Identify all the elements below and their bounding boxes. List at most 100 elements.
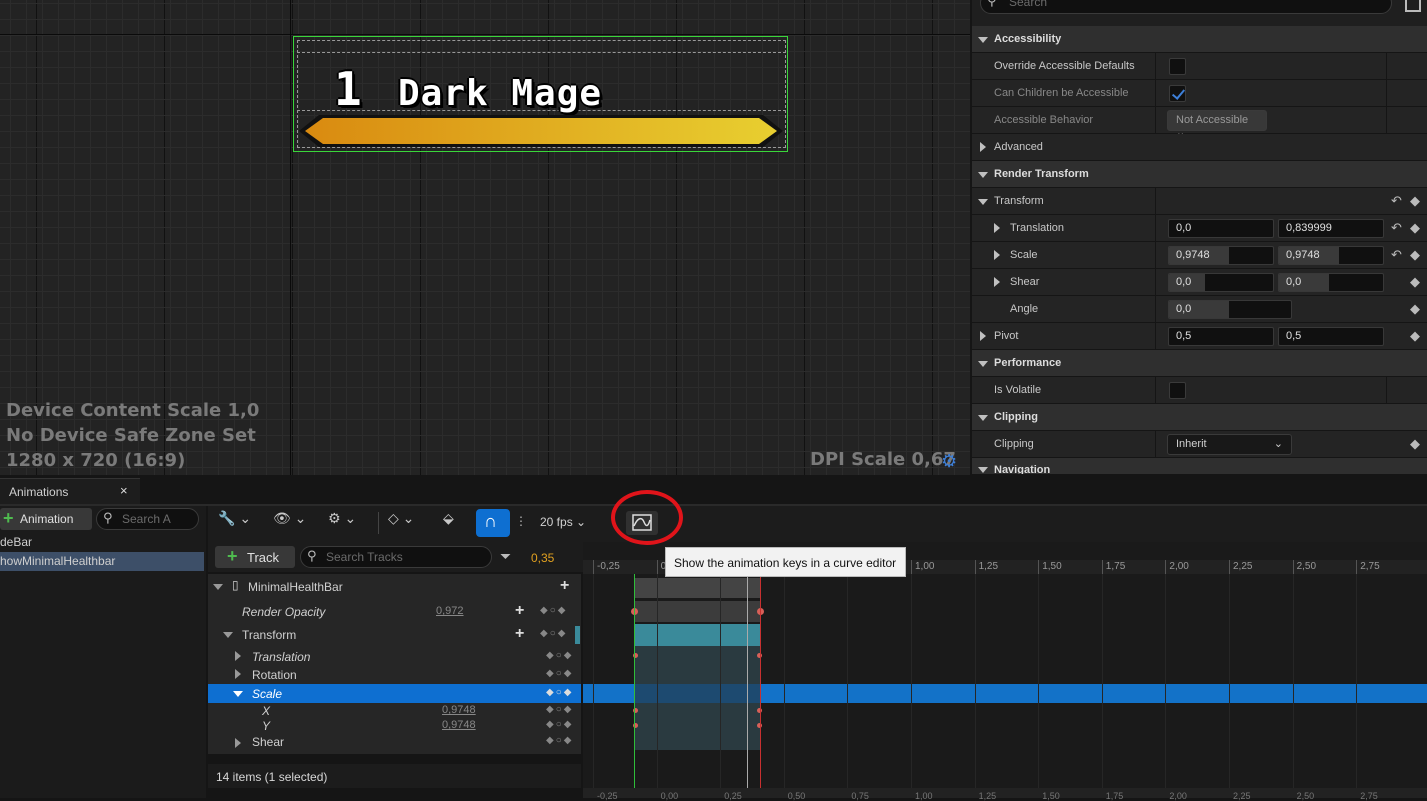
track-transform[interactable]: Transform + ◆○◆ [208,624,581,645]
ruler-tick [1038,560,1040,574]
key-nav-icon[interactable]: ◆○◆ [540,628,567,639]
row-advanced[interactable]: Advanced [972,134,1427,161]
tab-animations[interactable]: Animations × [0,478,140,504]
gear-icon[interactable]: ⚙ [941,451,957,472]
keyframe-icon[interactable]: ◆ [1410,436,1420,452]
playback-start-marker[interactable] [634,574,635,798]
section-render-transform[interactable]: Render Transform [972,161,1427,188]
track-render-opacity[interactable]: Render Opacity 0,972 + ◆○◆ [208,601,581,622]
ruler-tick [1356,560,1358,574]
ruler-label: -0,25 [597,561,620,572]
key-nav-icon[interactable]: ◆○◆ [546,687,573,698]
keyframe-icon[interactable]: ◆ [1410,328,1420,344]
row-transform[interactable]: Transform ↶ ◆ [972,188,1427,215]
timeline-gridline [656,574,658,788]
eye-icon[interactable]: 👁 ⌄ [273,510,306,538]
add-icon[interactable]: + [560,577,569,595]
ruler-label: 2,50 [1296,561,1317,572]
playback-end-marker[interactable] [760,574,761,798]
pivot-label: Pivot [994,330,1019,342]
translation-y-field[interactable]: 0,839999 [1278,219,1384,238]
animation-search-input[interactable]: ⚲ Search A [96,508,199,530]
close-icon[interactable]: × [120,483,128,498]
search-tracks-input[interactable]: ⚲ Search Tracks [300,546,492,568]
fps-dropdown[interactable]: 20 fps ⌄ [540,515,586,529]
clipping-dropdown[interactable]: Inherit ⌄ [1167,434,1292,455]
playhead[interactable] [747,574,748,798]
transform-gizmo-icon[interactable]: ⚙ ⌄ [328,510,356,538]
shear-label: Shear [1010,276,1040,288]
ruler-tick [1229,560,1230,574]
can-children-checkbox[interactable] [1169,85,1186,102]
keyframe-icon[interactable]: ◆ [1410,193,1420,209]
section-root[interactable] [634,578,760,598]
section-accessibility[interactable]: Accessibility [972,26,1427,53]
track-rotation[interactable]: Rotation ◆○◆ [208,664,581,685]
section-navigation[interactable]: Navigation [972,458,1427,475]
key-nav-icon[interactable]: ◆○◆ [546,668,573,679]
pivot-x-field[interactable]: 0,5 [1168,327,1274,346]
row-pivot[interactable]: Pivot 0,5 0,5 ◆ [972,323,1427,350]
timeline-gridline [783,574,785,788]
ruler-tick [1101,560,1103,574]
accessible-behavior-dropdown[interactable]: Not Accessible ⌄ [1167,110,1267,139]
translation-x-field[interactable]: 0,0 [1168,219,1274,238]
keyframe-icon[interactable]: ◆ [1410,220,1420,236]
track-scale-y[interactable]: Y 0,9748 ◆○◆ [208,718,581,734]
timeline-gridline [1292,574,1294,788]
track-scale-selected[interactable]: Scale ◆○◆ [208,684,581,703]
key-nav-icon[interactable]: ◆○◆ [546,719,573,730]
scale-y-field[interactable]: 0,9748 [1278,246,1384,265]
reset-icon[interactable]: ↶ [1391,193,1402,209]
timeline-gridline [1165,574,1167,788]
reset-icon[interactable]: ↶ [1391,220,1402,236]
angle-field[interactable]: 0,0 [1168,300,1292,319]
designer-viewport[interactable]: 1 Dark Mage Device Content Scale 1,0 No … [0,0,970,475]
shear-x-field[interactable]: 0,0 [1168,273,1274,292]
pivot-y-field[interactable]: 0,5 [1278,327,1384,346]
section-clipping[interactable]: Clipping [972,404,1427,431]
add-key-icon[interactable]: + [515,625,524,643]
key-diamond-icon[interactable]: ◇ ⌄ [388,510,414,538]
animation-item[interactable]: deBar [0,533,204,552]
snap-magnet-button[interactable]: ∩ [476,509,510,537]
keyframe-icon[interactable]: ◆ [1410,274,1420,290]
key-nav-icon[interactable]: ◆○◆ [540,605,567,616]
more-options-icon[interactable]: ⋮ [515,514,527,528]
add-animation-button[interactable]: + Animation [0,508,92,530]
shear-y-field[interactable]: 0,0 [1278,273,1384,292]
is-volatile-checkbox[interactable] [1169,382,1186,399]
timeline-gridline [1101,574,1103,788]
section-transform[interactable] [634,624,760,646]
current-time-field[interactable]: 0,35 [531,551,554,565]
is-volatile-label: Is Volatile [994,384,1042,396]
reset-icon[interactable]: ↶ [1391,247,1402,263]
key-nav-icon[interactable]: ◆○◆ [546,704,573,715]
section-performance[interactable]: Performance [972,350,1427,377]
keyframe-icon[interactable]: ◆ [1410,247,1420,263]
key-nav-icon[interactable]: ◆○◆ [546,650,573,661]
guide-line-vertical [290,0,291,475]
bottom-ruler-label: 2,50 [1296,791,1315,801]
wrench-icon[interactable]: 🔧 ⌄ [218,510,251,538]
track-root[interactable]: ▯ MinimalHealthBar + [208,576,581,597]
add-track-button[interactable]: + Track [215,546,295,568]
details-search-input[interactable]: ⚲ Search [980,0,1392,14]
track-scale-x[interactable]: X 0,9748 ◆○◆ [208,703,581,719]
widget-divider [297,52,786,53]
ruler-tick [656,560,658,574]
timeline-gridline [911,574,912,788]
override-checkbox[interactable] [1169,58,1186,75]
section-render-opacity[interactable] [634,601,760,622]
scale-x-field[interactable]: 0,9748 [1168,246,1274,265]
animation-item-selected[interactable]: howMinimalHealthbar [0,552,204,571]
add-key-icon[interactable]: + [515,602,524,620]
key-nav-icon[interactable]: ◆○◆ [546,735,573,746]
grid-view-icon[interactable] [1405,0,1421,12]
track-shear[interactable]: Shear ◆○◆ [208,733,581,754]
auto-key-icon[interactable]: ⬙ [443,510,454,538]
keyframe-icon[interactable]: ◆ [1410,301,1420,317]
scale-label: Scale [1010,249,1038,261]
section-scale[interactable] [634,684,760,703]
filter-icon[interactable]: ⏷ [500,548,511,565]
